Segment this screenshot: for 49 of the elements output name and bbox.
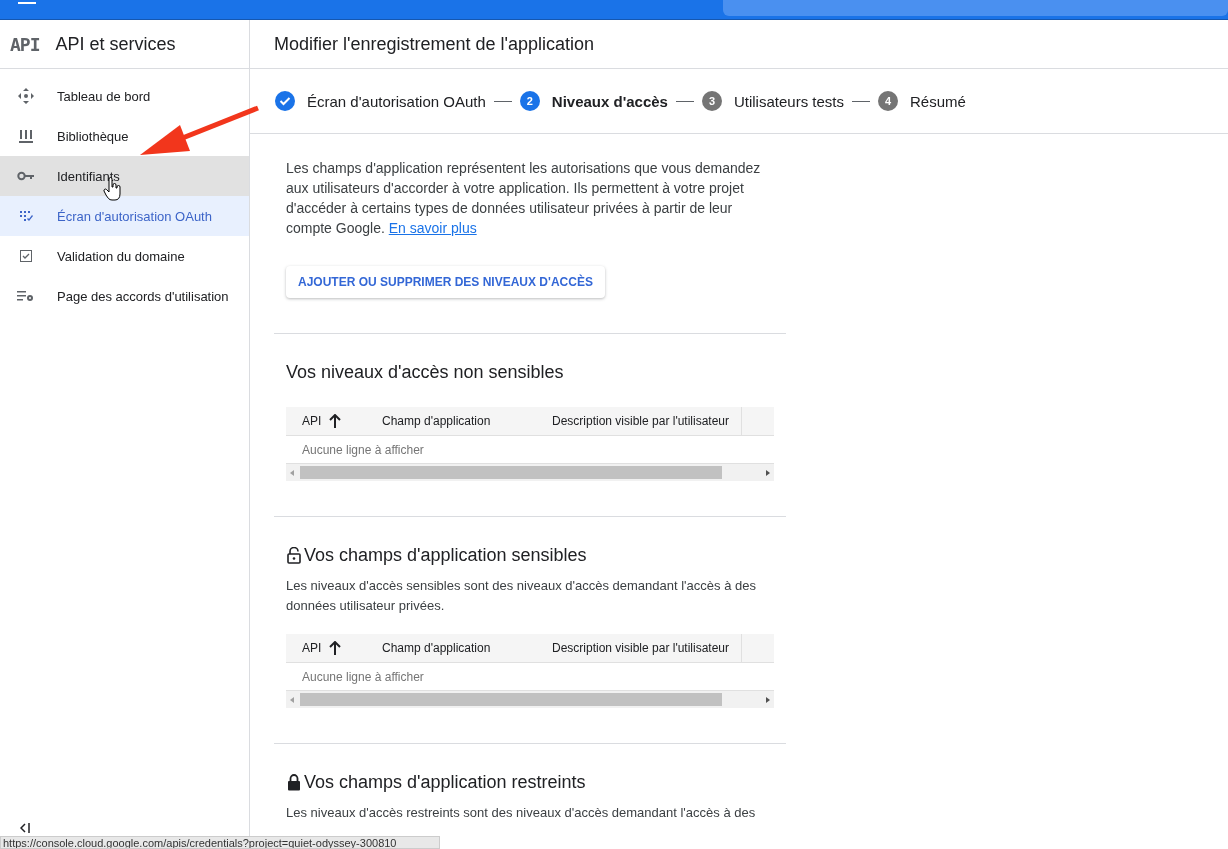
- section-description: Les niveaux d'accès restreints sont des niveaux d'accès demandant l'accès à des: [286, 804, 757, 822]
- sort-arrow-icon: [329, 414, 342, 428]
- stepper-step[interactable]: 3 Utilisateurs tests: [701, 91, 844, 111]
- section-title: Vos champs d'application sensibles: [286, 545, 774, 566]
- sidebar-item[interactable]: Bibliothèque: [0, 116, 249, 156]
- horizontal-scrollbar[interactable]: [286, 691, 774, 708]
- scroll-right-icon[interactable]: [766, 469, 770, 476]
- section-title: Vos champs d'application restreints: [286, 772, 774, 793]
- library-icon: [19, 129, 33, 143]
- unlocked-icon: [286, 547, 302, 564]
- sidebar-item[interactable]: Tableau de bord: [0, 76, 249, 116]
- step-number: 3: [701, 91, 722, 111]
- section-title: Vos niveaux d'accès non sensibles: [286, 362, 565, 383]
- column-header[interactable]: API: [286, 641, 366, 655]
- scroll-right-icon[interactable]: [766, 696, 770, 703]
- sidebar-item[interactable]: Page des accords d'utilisation: [0, 276, 249, 316]
- sidebar-item[interactable]: Identifiants: [0, 156, 249, 196]
- scroll-left-icon[interactable]: [290, 696, 294, 703]
- sidebar-item[interactable]: Écran d'autorisation OAuth: [0, 196, 249, 236]
- column-header[interactable]: API: [286, 414, 366, 428]
- horizontal-scrollbar[interactable]: [286, 464, 774, 481]
- menu-icon[interactable]: [18, 2, 36, 5]
- column-header[interactable]: Champ d'application: [366, 414, 536, 428]
- move-icon: [18, 88, 34, 104]
- scroll-left-icon[interactable]: [290, 469, 294, 476]
- stepper-step[interactable]: 4 Résumé: [878, 91, 966, 111]
- intro-text: Les champs d'application représentent les autorisations que vous demandez aux utilisateurs d'accorder à votre application. Ils permettent à votre projet d'accéder à certains types de données utilisateur privées à partir de leur compte Google. En savoir plus: [285, 159, 762, 238]
- sort-arrow-icon: [329, 641, 342, 655]
- sidebar-item[interactable]: Validation du domaine: [0, 236, 249, 276]
- lock-icon: [286, 774, 302, 791]
- page-title: Modifier l'enregistrement de l'application: [250, 20, 1228, 69]
- collapse-icon[interactable]: [20, 823, 30, 833]
- api-logo: API: [10, 33, 40, 55]
- column-header[interactable]: Description visible par l'utilisateur: [536, 633, 742, 663]
- column-header[interactable]: Champ d'application: [366, 641, 536, 655]
- list-settings-icon: [17, 290, 35, 302]
- stepper-step[interactable]: Écran d'autorisation OAuth: [275, 91, 486, 111]
- learn-more-link[interactable]: En savoir plus: [388, 220, 477, 236]
- consent-icon: [19, 210, 33, 222]
- checkbox-icon: [20, 250, 32, 262]
- column-header[interactable]: Description visible par l'utilisateur: [536, 406, 742, 436]
- stepper-step[interactable]: 2 Niveaux d'accès: [519, 91, 668, 111]
- sidebar-title: API et services: [55, 33, 176, 55]
- key-icon: [17, 171, 35, 181]
- add-scopes-button[interactable]: AJOUTER OU SUPPRIMER DES NIVEAUX D'ACCÈS: [286, 266, 605, 298]
- search-field[interactable]: [723, 0, 1228, 16]
- step-number: 4: [878, 91, 898, 111]
- step-number: 2: [519, 91, 540, 111]
- section-description: Les niveaux d'accès sensibles sont des niveaux d'accès demandant l'accès à des données utilisateur privées.: [286, 577, 757, 615]
